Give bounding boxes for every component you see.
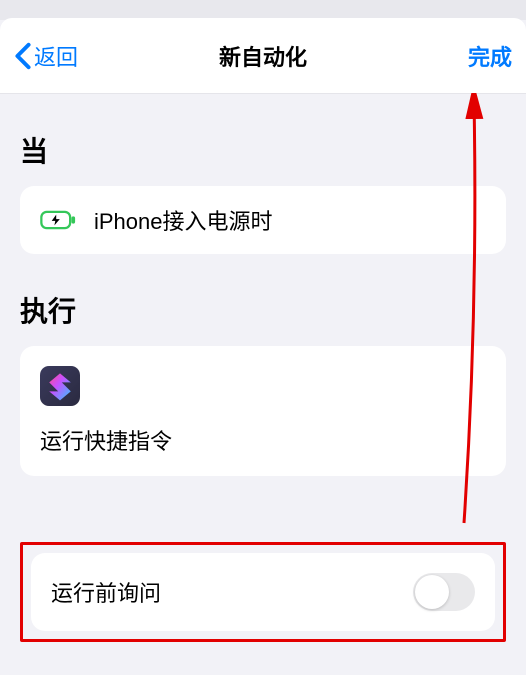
sheet-backdrop bbox=[0, 0, 526, 20]
navigation-bar: 返回 新自动化 完成 bbox=[0, 18, 526, 94]
back-label: 返回 bbox=[34, 40, 78, 72]
trigger-card[interactable]: iPhone接入电源时 bbox=[20, 186, 506, 254]
modal-sheet: 返回 新自动化 完成 当 iPhone接入电源时 执行 bbox=[0, 18, 526, 675]
toggle-knob bbox=[415, 575, 449, 609]
action-card[interactable]: 运行快捷指令 bbox=[20, 346, 506, 476]
charger-icon bbox=[40, 208, 76, 232]
page-title: 新自动化 bbox=[219, 40, 307, 72]
content-area: 当 iPhone接入电源时 执行 bbox=[0, 130, 526, 642]
do-section-header: 执行 bbox=[20, 290, 506, 330]
ask-before-running-row: 运行前询问 bbox=[31, 553, 495, 631]
done-button[interactable]: 完成 bbox=[468, 40, 512, 72]
ask-toggle[interactable] bbox=[413, 573, 475, 611]
shortcuts-app-icon bbox=[40, 366, 80, 406]
highlight-annotation: 运行前询问 bbox=[20, 542, 506, 642]
ask-label: 运行前询问 bbox=[51, 576, 161, 608]
trigger-row: iPhone接入电源时 bbox=[40, 204, 486, 236]
trigger-label: iPhone接入电源时 bbox=[94, 204, 273, 236]
action-label: 运行快捷指令 bbox=[40, 424, 486, 456]
when-section-header: 当 bbox=[20, 130, 506, 170]
chevron-left-icon bbox=[14, 42, 32, 70]
back-button[interactable]: 返回 bbox=[14, 40, 78, 72]
